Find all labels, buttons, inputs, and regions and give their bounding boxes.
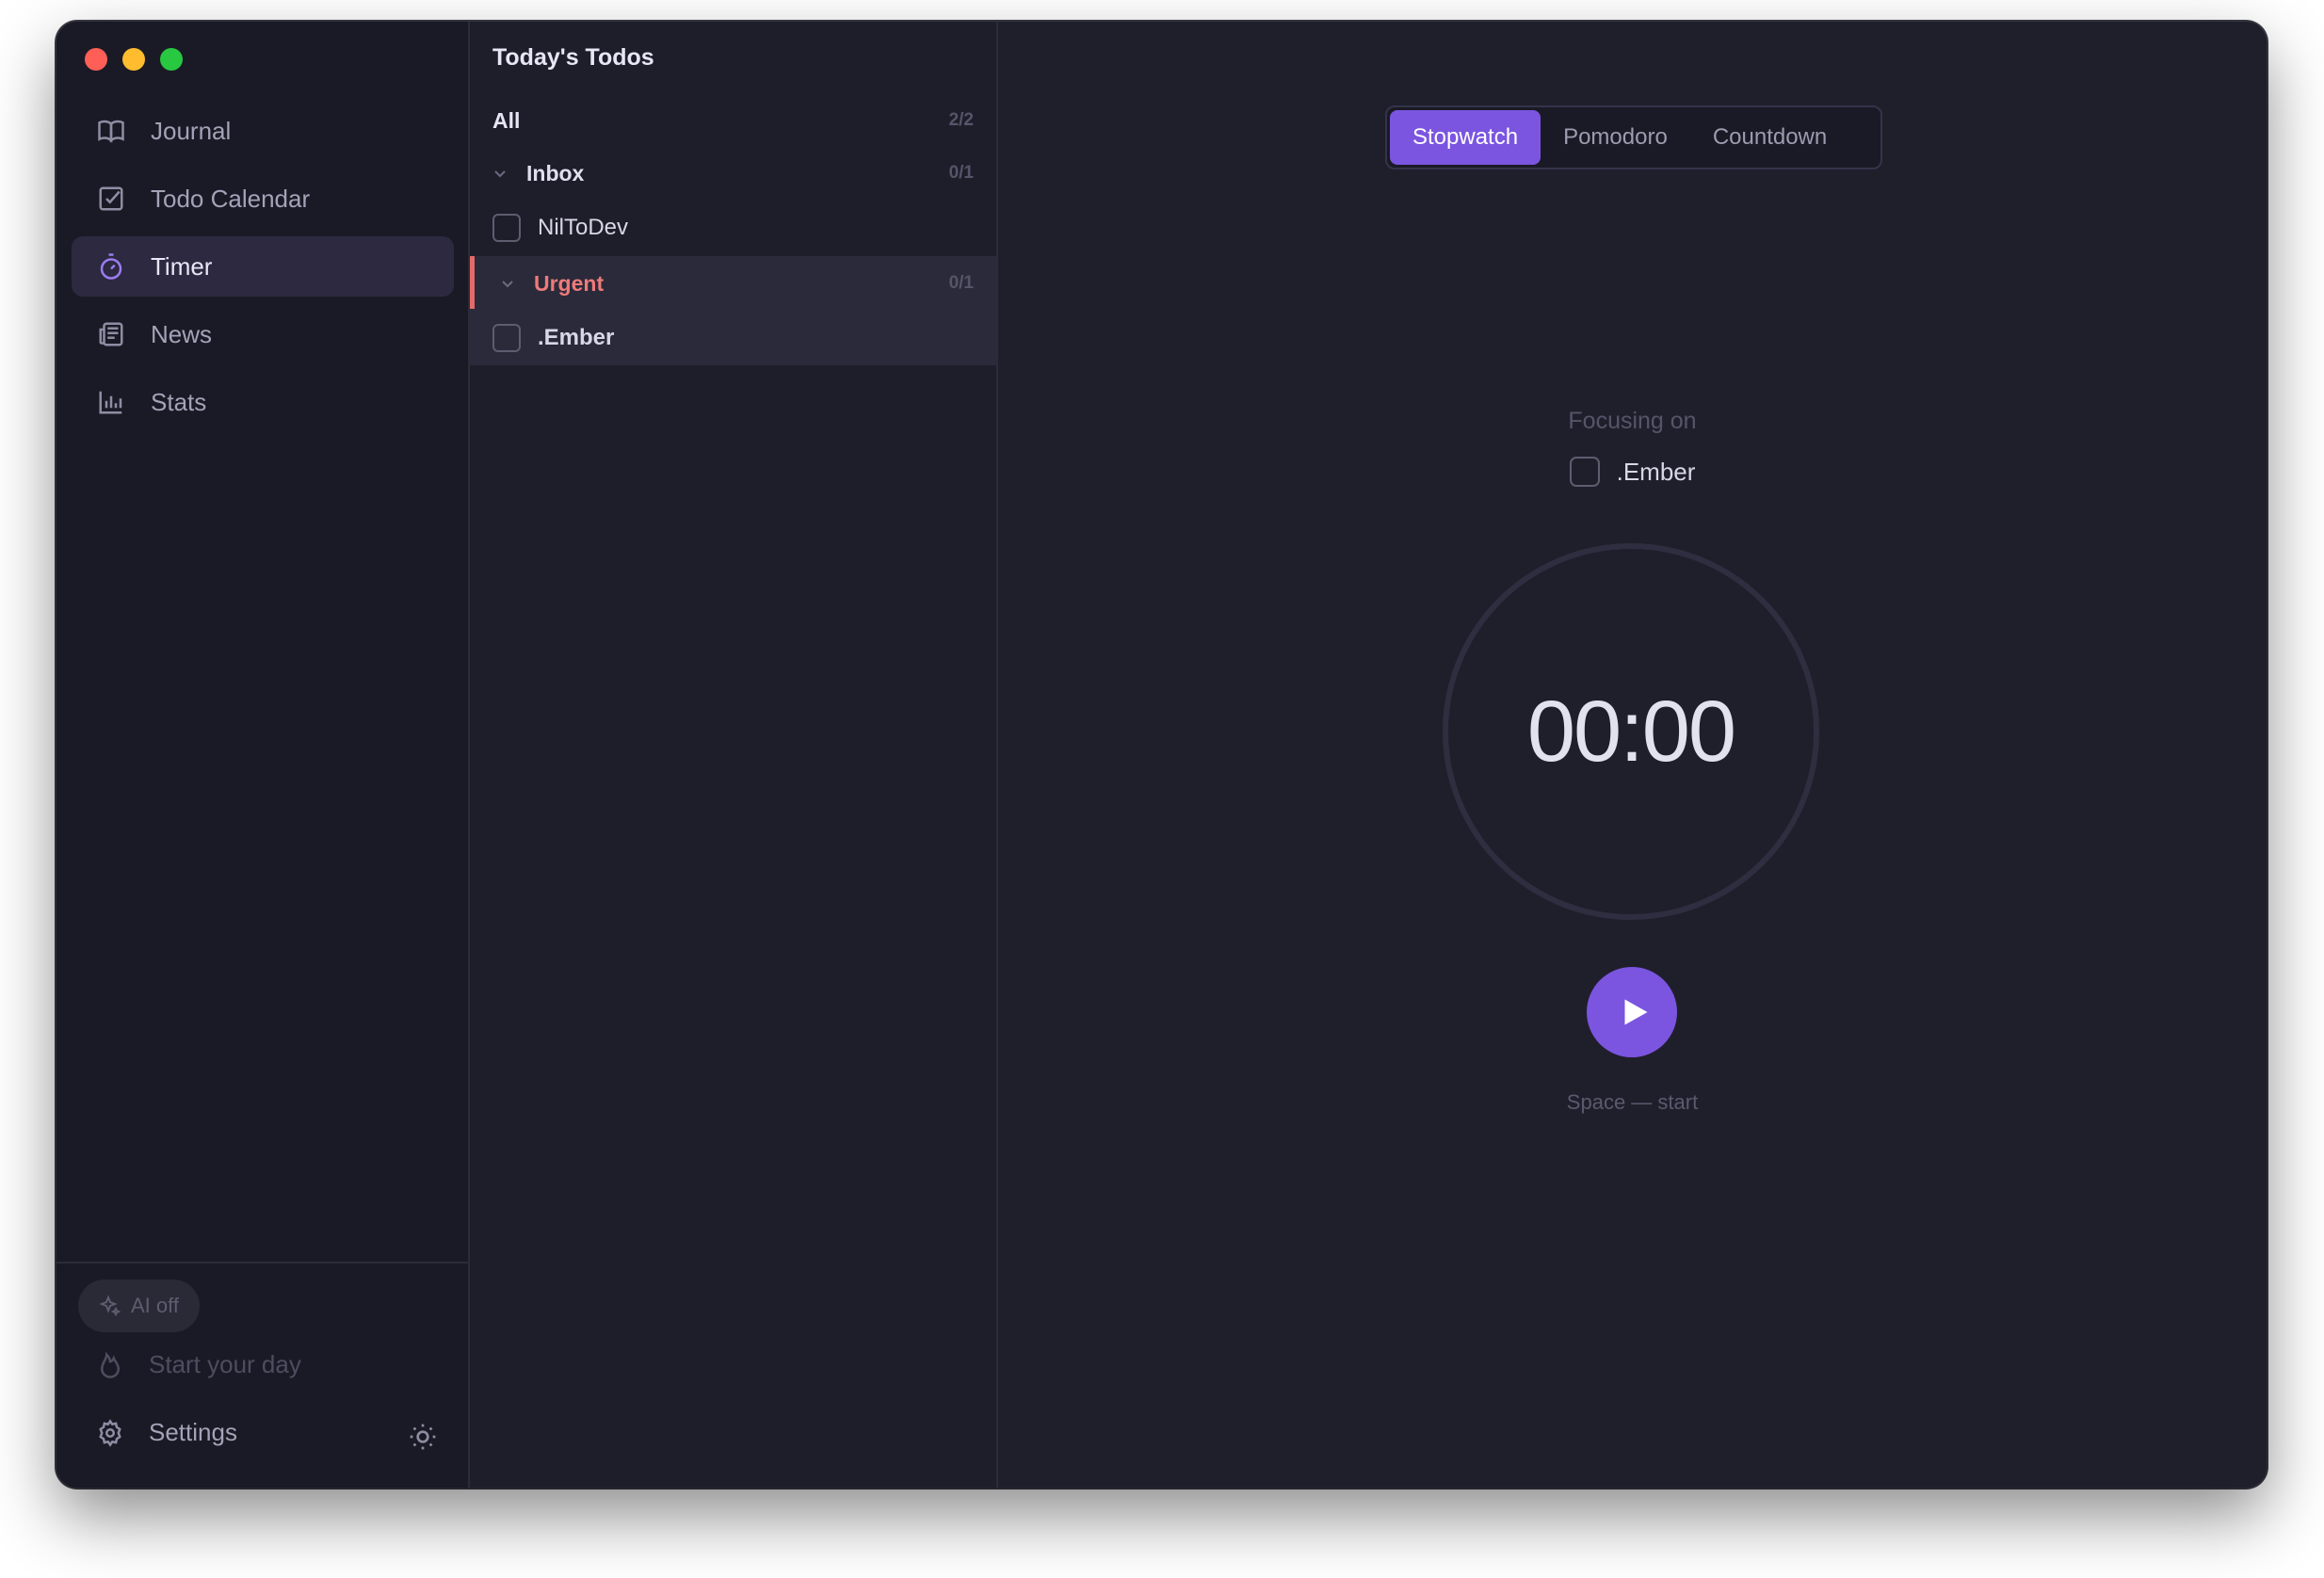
focus-task-checkbox[interactable]: [1569, 457, 1600, 487]
play-icon: [1624, 999, 1648, 1025]
focusing-on-label: Focusing on: [1568, 408, 1697, 434]
todo-label: .Ember: [538, 325, 615, 350]
timer-display: 00:00: [1526, 683, 1736, 780]
sparkles-icon: [99, 1295, 121, 1317]
gear-icon: [99, 1418, 121, 1447]
start-your-day-label: Start your day: [149, 1350, 301, 1378]
tab-stopwatch[interactable]: Stopwatch: [1390, 110, 1541, 165]
sidebar-item-label: News: [151, 319, 213, 348]
keyboard-hint: Space — start: [1566, 1090, 1699, 1114]
group-label: Inbox: [526, 160, 585, 185]
todo-label: NilToDev: [538, 215, 629, 240]
timer-ring: 00:00: [1443, 543, 1819, 920]
sidebar-item-label: Stats: [151, 387, 207, 416]
sidebar-item-journal[interactable]: Journal: [72, 101, 454, 161]
close-window-button[interactable]: [85, 48, 107, 71]
book-icon: [96, 116, 126, 146]
tab-pomodoro[interactable]: Pomodoro: [1541, 110, 1690, 165]
app-window: Journal Todo Calendar Timer News Stats A…: [56, 22, 2267, 1488]
ai-toggle-button[interactable]: AI off: [78, 1280, 200, 1332]
minimize-window-button[interactable]: [122, 48, 145, 71]
settings-button[interactable]: Settings: [96, 1418, 237, 1447]
group-inbox[interactable]: Inbox 0/1: [470, 146, 996, 201]
sidebar-item-news[interactable]: News: [72, 304, 454, 364]
sidebar-item-label: Journal: [151, 116, 232, 145]
stopwatch-icon: [96, 251, 126, 282]
todo-item[interactable]: .Ember: [470, 311, 996, 365]
focus-task: .Ember: [998, 457, 2267, 487]
newspaper-icon: [96, 319, 126, 349]
flame-icon: [100, 1351, 121, 1378]
sidebar-item-label: Todo Calendar: [151, 184, 311, 213]
focus-task-label: .Ember: [1616, 457, 1696, 486]
sidebar-item-timer[interactable]: Timer: [72, 236, 454, 297]
chevron-down-icon: [494, 170, 506, 178]
sidebar-item-todo-calendar[interactable]: Todo Calendar: [72, 169, 454, 229]
sidebar-item-label: Timer: [151, 251, 213, 281]
group-count: 0/1: [948, 163, 974, 183]
theme-toggle-button[interactable]: [408, 1422, 438, 1452]
checkbox-icon: [96, 184, 126, 214]
todo-checkbox[interactable]: [492, 214, 521, 242]
sidebar-item-stats[interactable]: Stats: [72, 372, 454, 432]
filter-count: 2/2: [948, 110, 974, 130]
todo-checkbox[interactable]: [492, 324, 521, 352]
bar-chart-icon: [96, 387, 126, 417]
window-controls: [85, 48, 183, 71]
sun-icon: [410, 1424, 436, 1450]
sidebar: Journal Todo Calendar Timer News Stats A…: [56, 22, 470, 1488]
maximize-window-button[interactable]: [160, 48, 183, 71]
todo-filter-all[interactable]: All 2/2: [470, 93, 996, 148]
group-count: 0/1: [948, 273, 974, 293]
sidebar-nav: Journal Todo Calendar Timer News Stats: [72, 101, 454, 440]
todos-title: Today's Todos: [492, 44, 654, 71]
todo-item[interactable]: NilToDev: [470, 201, 996, 255]
settings-label: Settings: [149, 1418, 237, 1446]
timer-view: Stopwatch Pomodoro Countdown Focusing on…: [998, 22, 2267, 1488]
group-label: Urgent: [534, 270, 605, 296]
sidebar-footer: AI off Start your day Settings: [56, 1262, 468, 1488]
chevron-down-icon: [502, 281, 513, 288]
tab-countdown[interactable]: Countdown: [1690, 110, 1849, 165]
filter-label: All: [492, 107, 521, 133]
group-urgent[interactable]: Urgent 0/1: [470, 256, 996, 311]
ai-toggle-label: AI off: [131, 1294, 179, 1317]
start-button[interactable]: [1587, 967, 1677, 1057]
start-your-day-button[interactable]: Start your day: [96, 1350, 301, 1379]
todos-panel: Today's Todos All 2/2 Inbox 0/1 NilToDev…: [470, 22, 998, 1488]
timer-mode-switcher: Stopwatch Pomodoro Countdown: [1385, 105, 1882, 169]
